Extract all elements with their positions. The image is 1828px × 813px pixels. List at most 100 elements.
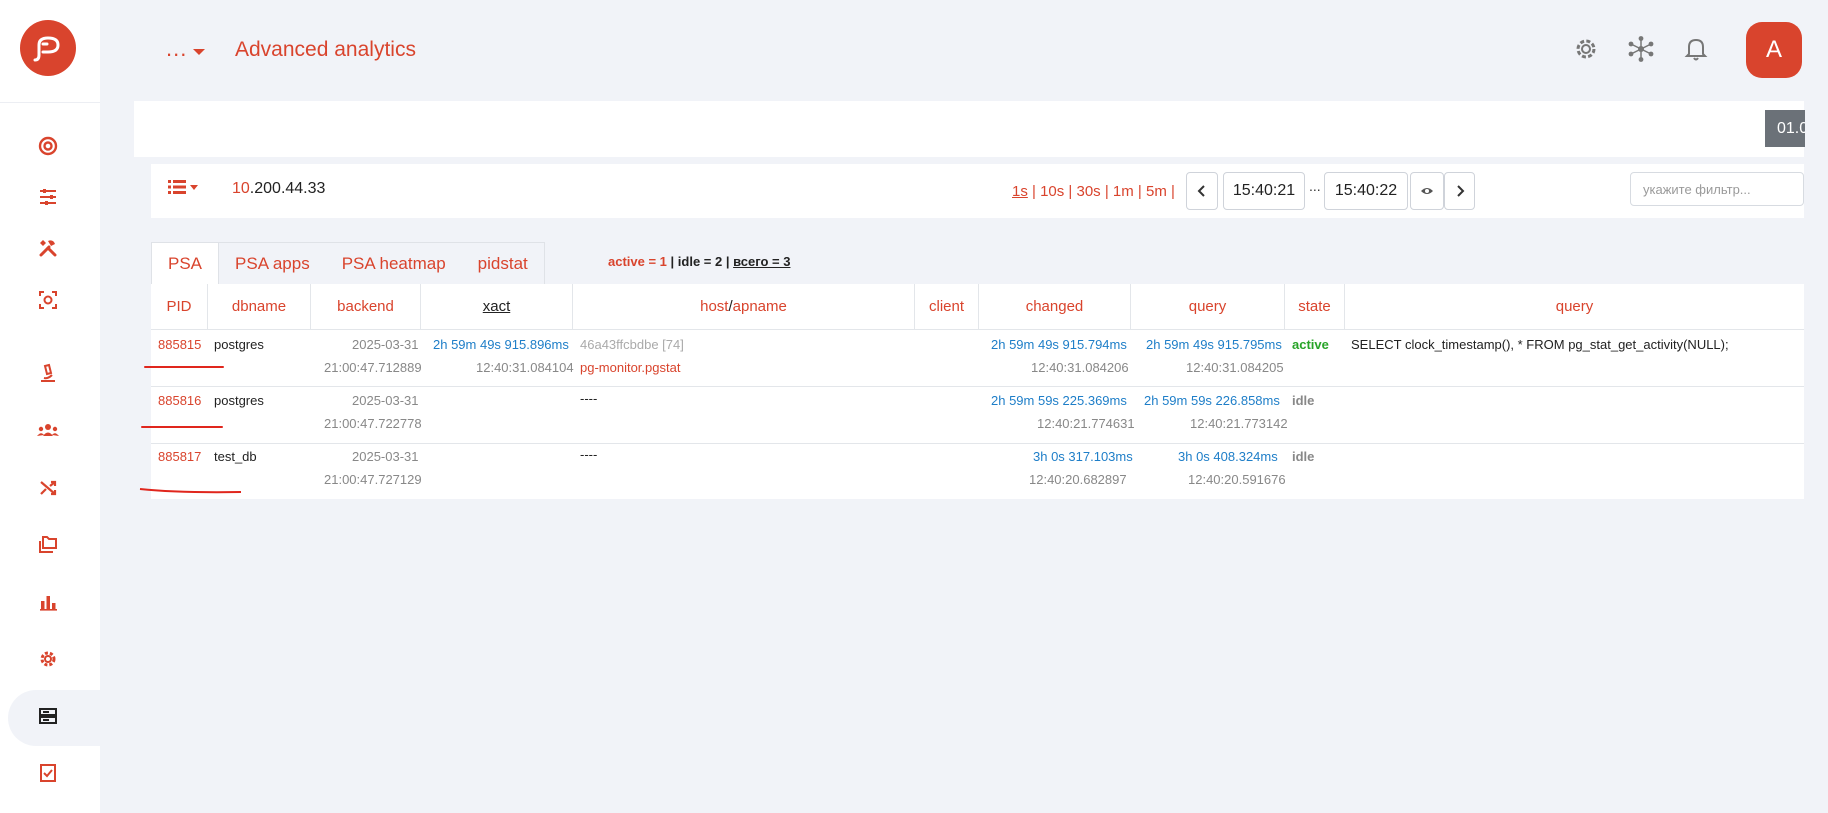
row-query-duration: 3h 0s 408.324ms	[1178, 449, 1278, 464]
sidebar-item-shuffle[interactable]	[32, 472, 64, 504]
column-header-host-apname: host / apname	[573, 284, 915, 330]
chevron-down-icon[interactable]	[193, 49, 205, 55]
sidebar-item-settings-sliders[interactable]	[32, 181, 64, 213]
host-ip-prefix: 10	[232, 180, 250, 197]
row-backend-date: 2025-03-31	[352, 337, 419, 352]
sidebar-item-bar-chart[interactable]	[32, 586, 64, 618]
time-range-separator: ...	[1309, 178, 1321, 194]
chevron-down-icon	[190, 184, 198, 190]
tab-psa[interactable]: PSA	[152, 243, 220, 284]
column-header-query[interactable]: query	[1345, 284, 1804, 330]
column-header-state[interactable]: state	[1285, 284, 1345, 330]
page-title: Advanced analytics	[235, 38, 416, 61]
interval-30s[interactable]: 30s	[1077, 183, 1101, 200]
next-time-button[interactable]	[1444, 172, 1475, 210]
count-idle[interactable]: idle = 2	[678, 254, 722, 269]
sidebar-item-cog[interactable]	[32, 643, 64, 675]
column-header-pid[interactable]: PID	[151, 284, 208, 330]
header-notifications-button[interactable]	[1681, 34, 1711, 64]
row-query-time: 12:40:20.591676	[1188, 472, 1286, 487]
sidebar-item-server[interactable]	[32, 700, 64, 732]
prev-time-button[interactable]	[1186, 172, 1218, 210]
microscope-icon	[41, 363, 55, 382]
row-changed-time: 12:40:31.084206	[1031, 360, 1129, 375]
sidebar-item-users[interactable]	[32, 414, 64, 446]
state-counts: active = 1 | idle = 2 | всего = 3	[608, 254, 790, 269]
bar-chart-icon	[40, 596, 57, 611]
timeline-band	[134, 101, 1804, 157]
view-button[interactable]	[1410, 172, 1444, 210]
count-active[interactable]: active = 1	[608, 254, 667, 269]
list-icon	[168, 180, 186, 194]
user-avatar[interactable]: A	[1746, 22, 1802, 78]
row-query[interactable]: SELECT clock_timestamp(), * FROM pg_stat…	[1351, 337, 1729, 352]
row-query-time: 12:40:31.084205	[1186, 360, 1284, 375]
row-query-time: 12:40:21.773142	[1190, 416, 1288, 431]
row-pid[interactable]: 885817	[158, 449, 201, 464]
tab-bar: PSA PSA apps PSA heatmap pidstat	[151, 242, 545, 284]
column-header-host[interactable]: host	[700, 298, 728, 315]
sidebar-item-target[interactable]	[32, 130, 64, 162]
interval-1s[interactable]: 1s	[1012, 183, 1028, 200]
tools-icon	[39, 240, 57, 257]
row-state: idle	[1292, 393, 1315, 408]
row-divider	[151, 443, 1804, 444]
time-from-field[interactable]: 15:40:21	[1223, 172, 1305, 210]
row-changed-time: 12:40:21.774631	[1037, 416, 1135, 431]
header-settings-button[interactable]	[1571, 34, 1601, 64]
row-apname[interactable]: pg-monitor.pgstat	[580, 360, 680, 375]
bell-icon	[1684, 38, 1708, 61]
gear-icon	[1576, 39, 1596, 59]
filter-input[interactable]	[1630, 172, 1804, 206]
row-changed-duration: 2h 59m 59s 225.369ms	[991, 393, 1127, 408]
sidebar-item-tools[interactable]	[32, 232, 64, 264]
sidebar-item-scan[interactable]	[32, 284, 64, 316]
app-logo[interactable]	[20, 20, 76, 76]
network-icon	[1628, 36, 1654, 62]
annotation-underline	[141, 426, 223, 428]
column-header-client[interactable]: client	[915, 284, 979, 330]
host-ip-rest: .200.44.33	[249, 180, 326, 197]
row-dbname: test_db	[214, 449, 257, 464]
logo-icon	[33, 36, 60, 62]
column-header-backend[interactable]: backend	[311, 284, 421, 330]
row-backend-time: 21:00:47.722778	[324, 416, 422, 431]
folders-icon	[39, 536, 57, 553]
column-header-changed[interactable]: changed	[979, 284, 1131, 330]
sidebar-item-microscope[interactable]	[32, 357, 64, 389]
row-divider	[151, 386, 1804, 387]
column-header-dbname[interactable]: dbname	[208, 284, 311, 330]
column-header-query-time[interactable]: query	[1131, 284, 1285, 330]
row-host: ----	[580, 391, 598, 406]
timeline-badge[interactable]: 01.0	[1765, 110, 1805, 147]
row-host: ----	[580, 447, 598, 462]
tab-psa-heatmap[interactable]: PSA heatmap	[326, 243, 462, 284]
interval-1m[interactable]: 1m	[1113, 183, 1134, 200]
column-header-apname[interactable]: apname	[733, 298, 787, 315]
row-state: idle	[1292, 449, 1315, 464]
row-pid[interactable]: 885816	[158, 393, 201, 408]
count-all[interactable]: всего = 3	[733, 254, 790, 269]
column-header-xact[interactable]: xact	[421, 284, 573, 330]
sidebar-item-checklist[interactable]	[32, 757, 64, 789]
interval-5m[interactable]: 5m	[1146, 183, 1167, 200]
time-to-field[interactable]: 15:40:22	[1324, 172, 1408, 210]
shuffle-icon	[40, 480, 57, 496]
row-changed-duration: 2h 59m 49s 915.794ms	[991, 337, 1127, 352]
interval-10s[interactable]: 10s	[1040, 183, 1064, 200]
sidebar-item-folders[interactable]	[32, 528, 64, 560]
header-network-button[interactable]	[1626, 34, 1656, 64]
row-xact-time: 12:40:31.084104	[476, 360, 574, 375]
sidebar-divider	[0, 102, 100, 103]
tab-psa-apps[interactable]: PSA apps	[219, 243, 326, 284]
row-backend-date: 2025-03-31	[352, 449, 419, 464]
row-pid[interactable]: 885815	[158, 337, 201, 352]
view-menu-button[interactable]	[168, 180, 198, 194]
row-backend-time: 21:00:47.727129	[324, 472, 422, 487]
row-dbname: postgres	[214, 393, 264, 408]
tab-pidstat[interactable]: pidstat	[462, 243, 544, 284]
count-separator: |	[666, 254, 678, 269]
row-changed-time: 12:40:20.682897	[1029, 472, 1127, 487]
breadcrumb-menu[interactable]: ...	[166, 36, 187, 62]
users-icon	[37, 424, 59, 436]
